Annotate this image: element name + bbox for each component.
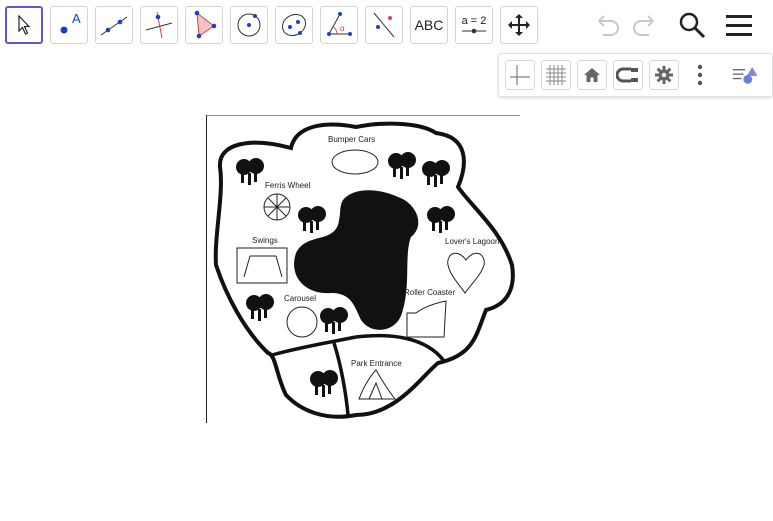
main-menu-button[interactable] — [723, 9, 755, 46]
svg-text:α: α — [340, 24, 345, 33]
graphics-style-bar — [498, 53, 773, 97]
ellipse-icon — [281, 13, 307, 37]
park-map-drawing — [206, 115, 520, 423]
grid-toggle-button[interactable] — [541, 60, 571, 90]
search-icon — [679, 12, 706, 39]
circle-with-center-icon — [237, 13, 261, 37]
redo-icon — [633, 15, 654, 36]
reflect-tool-button[interactable] — [365, 6, 403, 44]
line-icon — [100, 16, 128, 36]
ferris-wheel-label: Ferris Wheel — [265, 181, 311, 190]
toolbar: A α ABC a = 2 — [0, 0, 773, 50]
slider-tool-button[interactable]: a = 2 — [455, 6, 493, 44]
reflect-icon — [373, 12, 395, 38]
move-tool-button[interactable] — [5, 6, 43, 44]
perpendicular-tool-button[interactable] — [140, 6, 178, 44]
perpendicular-line-icon — [145, 11, 173, 39]
line-tool-button[interactable] — [95, 6, 133, 44]
search-button[interactable] — [676, 9, 708, 46]
move-graphics-icon — [508, 14, 530, 36]
more-options-button[interactable] — [685, 60, 715, 90]
move-graphics-tool-button[interactable] — [500, 6, 538, 44]
bumper-cars-label: Bumper Cars — [328, 135, 376, 144]
slider-icon — [462, 28, 486, 34]
text-tool-button[interactable]: ABC — [410, 6, 448, 44]
toggle-style-bar-button[interactable] — [731, 60, 761, 90]
amusement-park-map-image[interactable]: Bumper Cars Ferris Wheel Swings Lover's … — [206, 115, 520, 423]
axes-icon — [510, 65, 530, 85]
angle-tool-button[interactable]: α — [320, 6, 358, 44]
undo-button[interactable] — [591, 9, 623, 46]
polygon-icon — [194, 10, 217, 39]
carousel-label: Carousel — [284, 294, 317, 303]
redo-button[interactable] — [629, 9, 661, 46]
polygon-tool-button[interactable] — [185, 6, 223, 44]
swings-label: Swings — [252, 236, 278, 245]
graphics-settings-button[interactable] — [649, 60, 679, 90]
point-tool-button[interactable]: A — [50, 6, 88, 44]
circle-tool-button[interactable] — [230, 6, 268, 44]
grid-icon — [546, 65, 566, 85]
arrow-pointer-icon — [18, 14, 31, 35]
lovers-lagoon-label: Lover's Lagoon — [445, 237, 500, 246]
conic-tool-button[interactable] — [275, 6, 313, 44]
point-icon: A — [60, 11, 81, 34]
standard-view-button[interactable] — [577, 60, 607, 90]
roller-coaster-label: Roller Coaster — [404, 288, 456, 297]
toggle-style-bar-icon — [732, 67, 758, 84]
settings-gear-icon — [655, 66, 673, 84]
svg-text:A: A — [72, 11, 81, 26]
axes-toggle-button[interactable] — [505, 60, 535, 90]
point-capturing-icon — [616, 67, 638, 83]
slider-label: a = 2 — [461, 15, 487, 27]
undo-icon — [598, 15, 619, 36]
home-icon — [584, 68, 600, 82]
angle-icon: α — [327, 12, 352, 36]
more-vertical-icon — [697, 64, 703, 86]
point-capturing-button[interactable] — [613, 60, 643, 90]
text-icon: ABC — [414, 17, 444, 33]
park-entrance-label: Park Entrance — [351, 359, 402, 368]
hamburger-menu-icon — [726, 15, 752, 36]
